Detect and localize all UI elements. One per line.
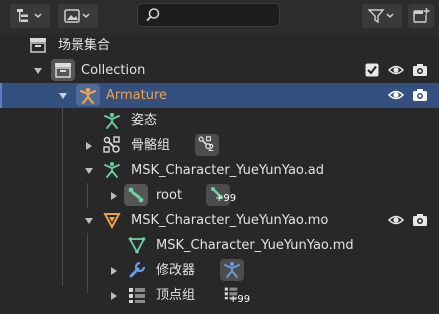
armature-data-icon xyxy=(103,161,121,183)
wrench-icon xyxy=(128,261,146,283)
modifiers-label: 修改器 xyxy=(156,263,196,278)
expand-arrow-down-icon[interactable] xyxy=(84,165,94,175)
tree-row-pose[interactable]: 姿态 xyxy=(0,108,439,133)
new-collection-button[interactable] xyxy=(408,4,434,28)
tree-row-root-bone[interactable]: root +99 xyxy=(0,183,439,208)
tree-row-armature[interactable]: Armature xyxy=(0,83,439,108)
pose-label: 姿态 xyxy=(131,113,158,128)
render-camera-icon[interactable] xyxy=(412,213,428,231)
outliner-display-icon xyxy=(15,8,45,24)
bone-icon xyxy=(124,184,148,210)
expand-arrow-right-icon[interactable] xyxy=(84,140,94,150)
pose-icon xyxy=(103,112,121,134)
bone-groups-icon xyxy=(103,136,121,158)
expand-arrow-down-icon[interactable] xyxy=(84,215,94,225)
mesh-data-icon xyxy=(128,236,146,258)
armature-modifier-badge[interactable] xyxy=(220,259,244,281)
bone-groups-count: 2 xyxy=(208,143,215,154)
expand-arrow-right-icon[interactable] xyxy=(109,265,119,275)
filter-dropdown[interactable] xyxy=(362,4,402,28)
outliner-panel: 场景集合 Collection Armature 姿态 骨骼组 2 MSK_Ch… xyxy=(0,0,439,314)
visibility-eye-icon[interactable] xyxy=(387,88,405,106)
bone-groups-child-badge[interactable]: 2 xyxy=(195,134,219,156)
armature-label: Armature xyxy=(106,88,168,103)
tree-row-scene-collection[interactable]: 场景集合 xyxy=(0,33,439,58)
vertex-groups-child-badge[interactable]: +99 xyxy=(222,286,252,306)
tree-row-armature-data[interactable]: MSK_Character_YueYunYao.ad xyxy=(0,158,439,183)
exclude-checkbox[interactable] xyxy=(365,63,379,81)
search-field[interactable] xyxy=(137,3,280,27)
tree-row-modifiers[interactable]: 修改器 xyxy=(0,258,439,283)
mesh-data-label: MSK_Character_YueYunYao.md xyxy=(156,238,354,253)
collection-label: Collection xyxy=(81,63,146,78)
expand-arrow-right-icon[interactable] xyxy=(109,190,119,200)
mesh-object-icon xyxy=(103,211,121,233)
render-camera-icon[interactable] xyxy=(412,88,428,106)
visibility-eye-icon[interactable] xyxy=(387,63,405,81)
mesh-object-label: MSK_Character_YueYunYao.mo xyxy=(131,213,329,228)
filter-icon xyxy=(367,8,397,24)
expand-arrow-down-icon[interactable] xyxy=(33,65,43,75)
root-bone-count: +99 xyxy=(215,193,237,204)
new-collection-icon xyxy=(412,7,430,25)
armature-object-icon xyxy=(76,84,100,110)
tree-row-bone-groups[interactable]: 骨骼组 2 xyxy=(0,133,439,158)
armature-modifier-icon xyxy=(223,261,241,283)
search-icon xyxy=(145,7,161,27)
scene-collection-label: 场景集合 xyxy=(58,38,111,53)
object-type-dropdown[interactable] xyxy=(58,4,98,28)
visibility-eye-icon[interactable] xyxy=(387,213,405,231)
search-input[interactable] xyxy=(166,6,278,26)
vertex-groups-label: 顶点组 xyxy=(156,288,196,303)
expand-arrow-down-icon[interactable] xyxy=(58,90,68,100)
display-mode-dropdown[interactable] xyxy=(10,4,50,28)
outliner-header xyxy=(0,0,439,34)
tree-row-mesh-object[interactable]: MSK_Character_YueYunYao.mo xyxy=(0,208,439,233)
root-bone-child-badge[interactable]: +99 xyxy=(206,184,236,206)
image-icon xyxy=(63,8,93,24)
collection-icon xyxy=(51,59,75,85)
vertex-groups-count: +99 xyxy=(229,294,251,305)
bone-groups-label: 骨骼组 xyxy=(131,138,171,153)
tree-row-collection[interactable]: Collection xyxy=(0,58,439,83)
tree-row-vertex-groups[interactable]: 顶点组 +99 xyxy=(0,283,439,308)
expand-arrow-right-icon[interactable] xyxy=(109,290,119,300)
scene-collection-icon xyxy=(29,36,47,58)
tree-row-mesh-data[interactable]: MSK_Character_YueYunYao.md xyxy=(0,233,439,258)
render-camera-icon[interactable] xyxy=(412,63,428,81)
vertex-groups-icon xyxy=(128,286,146,308)
armature-data-label: MSK_Character_YueYunYao.ad xyxy=(131,163,324,178)
root-bone-label: root xyxy=(156,188,183,203)
